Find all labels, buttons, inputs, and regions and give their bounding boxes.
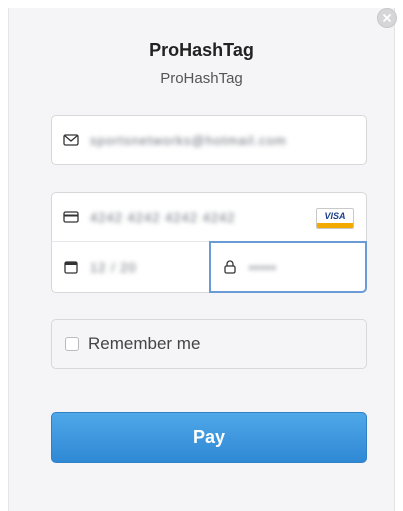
close-icon [383, 14, 391, 22]
email-value: sportsnetworks@hotmail.com [90, 132, 287, 148]
remember-me-label: Remember me [88, 334, 201, 353]
expiry-value: 12 / 20 [90, 259, 137, 275]
cvc-field[interactable]: ••••• [209, 241, 367, 293]
remember-me-row[interactable]: Remember me [51, 319, 367, 369]
email-field[interactable]: sportsnetworks@hotmail.com [51, 115, 367, 165]
credit-card-icon [62, 208, 80, 226]
merchant-title: ProHashTag [149, 40, 254, 60]
pay-button[interactable]: Pay [51, 412, 367, 463]
visa-logo: VISA [316, 208, 354, 229]
lock-icon [221, 258, 239, 276]
card-number-value: 4242 4242 4242 4242 [90, 209, 236, 225]
close-button[interactable] [377, 8, 397, 28]
visa-gold-stripe [317, 223, 353, 228]
remember-me-checkbox[interactable] [65, 337, 79, 351]
card-number-field[interactable]: 4242 4242 4242 4242 VISA [51, 192, 367, 242]
cvc-value: ••••• [249, 259, 277, 275]
envelope-icon [62, 131, 80, 149]
card-brand-label: VISA [324, 211, 346, 221]
merchant-subtitle: ProHashTag [160, 70, 243, 87]
expiry-field[interactable]: 12 / 20 [51, 241, 210, 293]
calendar-icon [62, 258, 80, 276]
